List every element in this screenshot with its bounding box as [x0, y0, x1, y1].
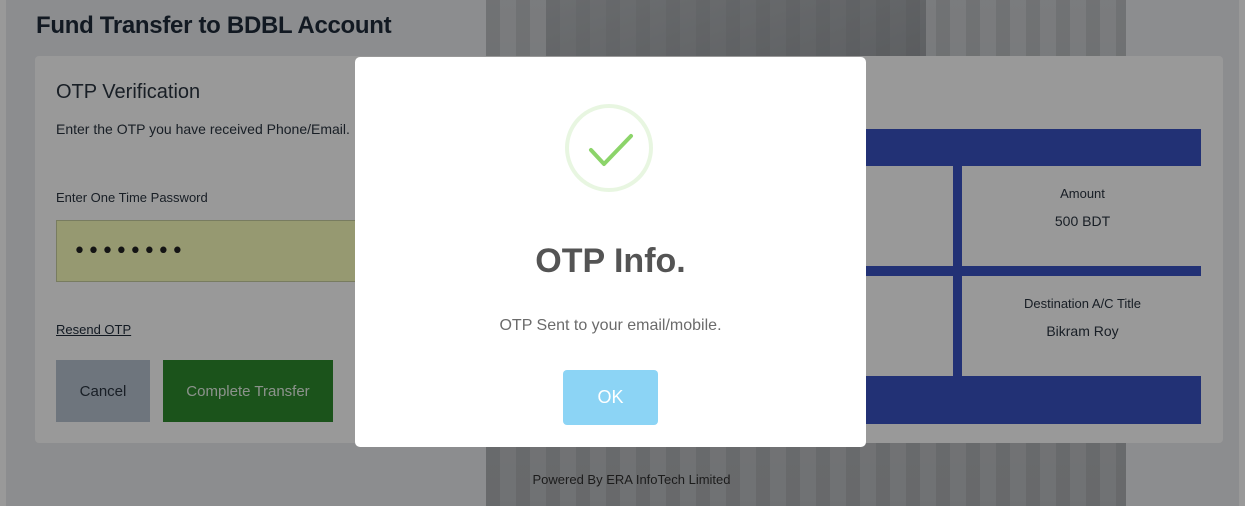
dialog-message: OTP Sent to your email/mobile. — [499, 317, 722, 334]
ok-button[interactable]: OK — [563, 370, 658, 425]
success-check-icon — [565, 104, 653, 192]
otp-info-dialog: OTP Info. OTP Sent to your email/mobile.… — [355, 57, 866, 447]
dialog-title: OTP Info. — [535, 242, 686, 280]
footer-powered-by: Powered By ERA InfoTech Limited — [532, 472, 731, 487]
